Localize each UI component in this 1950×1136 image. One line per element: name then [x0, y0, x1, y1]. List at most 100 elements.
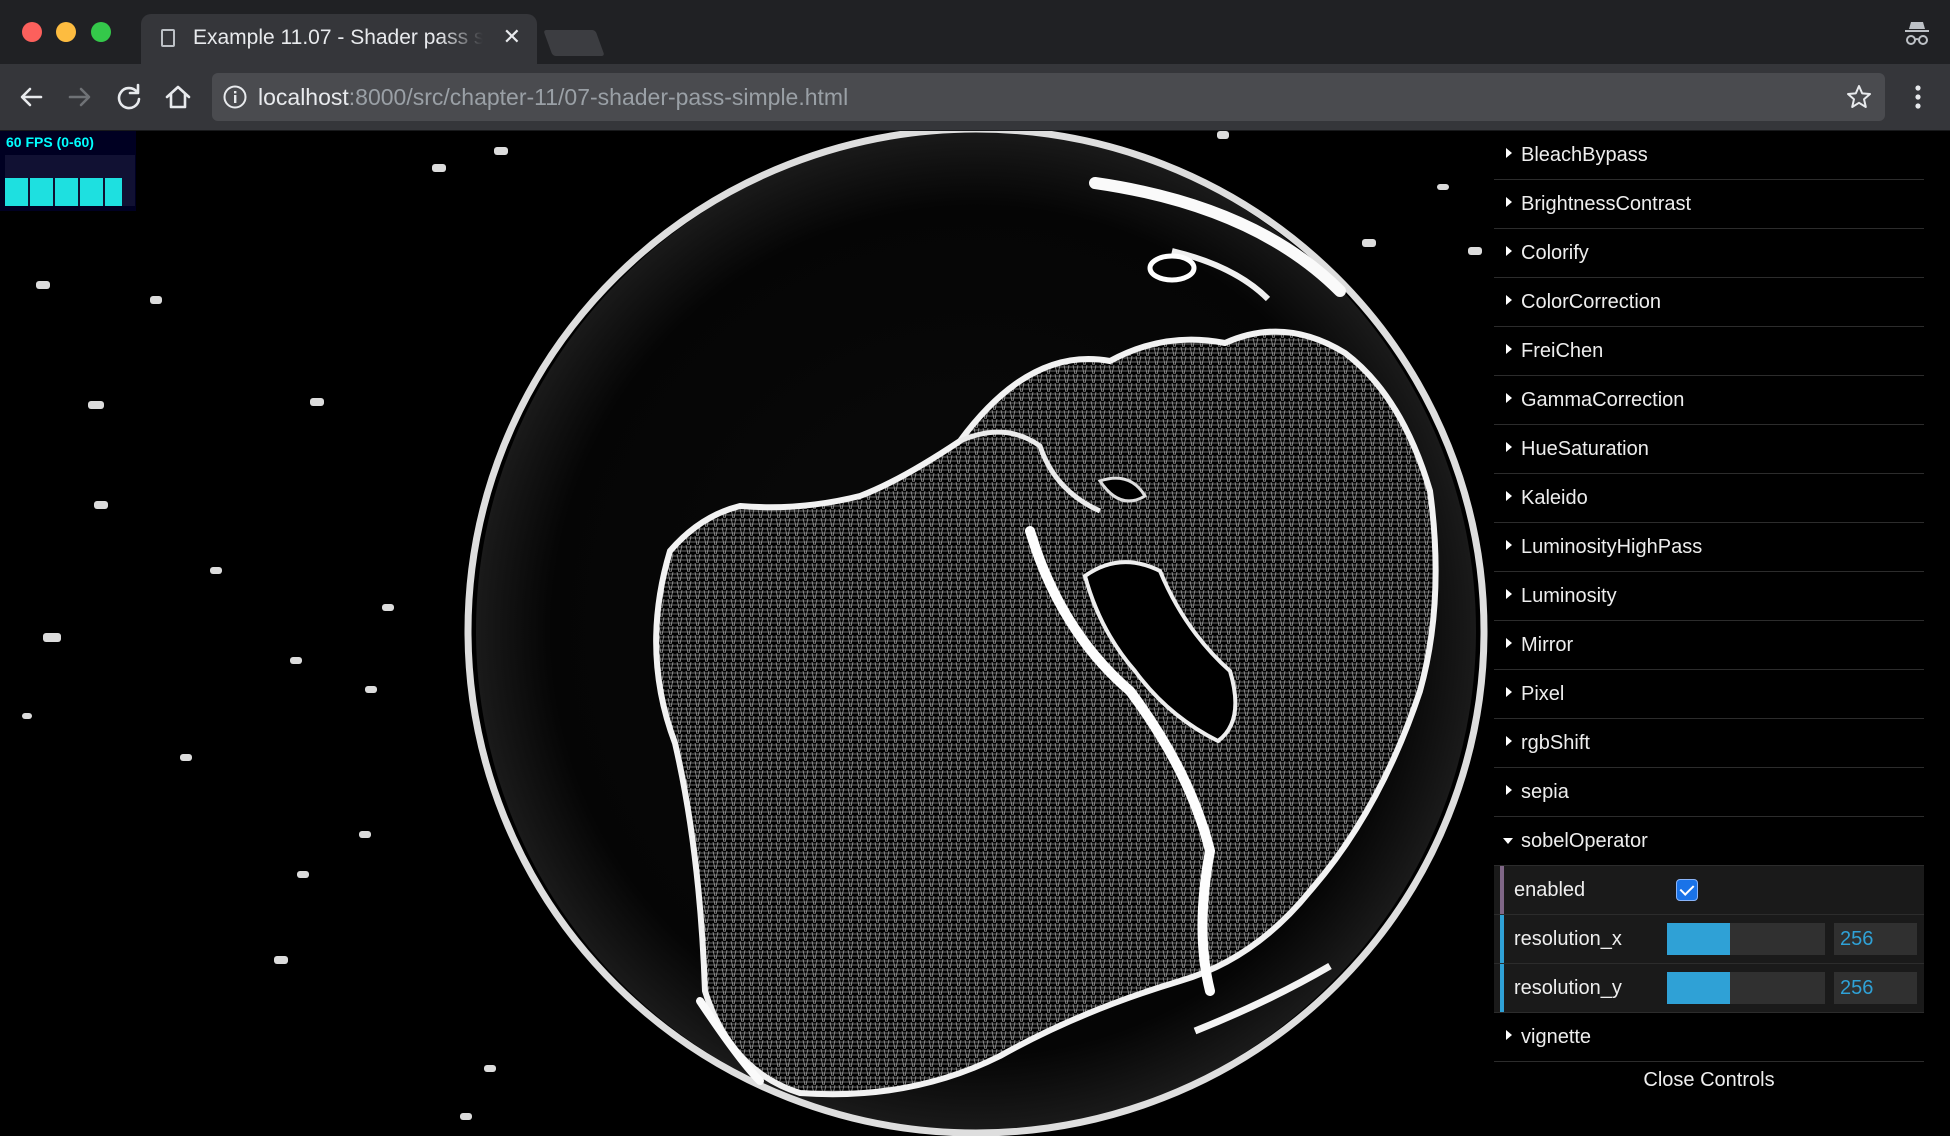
folder-label: BleachBypass	[1521, 144, 1648, 166]
folder-brightness-contrast[interactable]: BrightnessContrast	[1494, 180, 1924, 229]
back-icon[interactable]	[14, 80, 48, 114]
chevron-right-icon	[1506, 442, 1512, 452]
folder-label: Colorify	[1521, 242, 1589, 264]
chevron-right-icon	[1506, 148, 1512, 158]
folder-colorify[interactable]: Colorify	[1494, 229, 1924, 278]
enabled-row: enabled	[1494, 866, 1924, 915]
address-bar[interactable]: localhost:8000/src/chapter-11/07-shader-…	[212, 73, 1885, 121]
browser-tab-active[interactable]: Example 11.07 - Shader pass simple ✕	[141, 14, 537, 64]
new-tab-button[interactable]	[543, 30, 605, 56]
chevron-right-icon	[1506, 540, 1512, 550]
close-window-button[interactable]	[22, 22, 42, 42]
incognito-icon	[1905, 22, 1929, 45]
chevron-right-icon	[1506, 295, 1512, 305]
folder-label: Pixel	[1521, 683, 1565, 705]
page-viewport: 60 FPS (0-60) BleachBypass BrightnessCont…	[0, 131, 1950, 1136]
close-icon[interactable]: ✕	[503, 24, 521, 50]
fps-label: 60 FPS (0-60)	[6, 134, 94, 150]
folder-label: LuminosityHighPass	[1521, 536, 1703, 558]
folder-label: sepia	[1521, 781, 1569, 803]
folder-label: Kaleido	[1521, 487, 1588, 509]
folder-mirror[interactable]: Mirror	[1494, 621, 1924, 670]
folder-luminosity-high-pass[interactable]: LuminosityHighPass	[1494, 523, 1924, 572]
folder-sobel-operator[interactable]: sobelOperator	[1494, 817, 1924, 866]
menu-icon[interactable]	[1906, 80, 1930, 114]
checkmark-icon	[1679, 881, 1695, 896]
folder-label: GammaCorrection	[1521, 389, 1685, 411]
folder-label: FreiChen	[1521, 340, 1604, 362]
url-text[interactable]: localhost:8000/src/chapter-11/07-shader-…	[258, 84, 848, 111]
folder-frei-chen[interactable]: FreiChen	[1494, 327, 1924, 376]
browser-toolbar: localhost:8000/src/chapter-11/07-shader-…	[0, 64, 1950, 131]
folder-label: Luminosity	[1521, 585, 1617, 607]
zoom-window-button[interactable]	[91, 22, 111, 42]
controls-panel: BleachBypass BrightnessContrast Colorify Co…	[1494, 131, 1924, 1098]
slider-fill	[1667, 923, 1731, 955]
minimize-window-button[interactable]	[56, 22, 76, 42]
chevron-right-icon	[1506, 246, 1512, 256]
resolution-y-input[interactable]: 256	[1834, 972, 1917, 1004]
document-icon	[161, 29, 175, 47]
star-icon[interactable]	[1845, 83, 1873, 111]
chevron-down-icon	[1503, 838, 1513, 844]
folder-label: Mirror	[1521, 634, 1574, 656]
folders-after: vignette	[1494, 1013, 1924, 1062]
fps-bar	[5, 178, 28, 206]
fps-stats-panel[interactable]: 60 FPS (0-60)	[0, 131, 136, 211]
browser-title-bar: Example 11.07 - Shader pass simple ✕	[0, 0, 1950, 64]
url-host: localhost	[258, 84, 349, 110]
chevron-right-icon	[1506, 1030, 1512, 1040]
enabled-checkbox[interactable]	[1676, 879, 1698, 901]
chevron-right-icon	[1506, 589, 1512, 599]
folder-color-correction[interactable]: ColorCorrection	[1494, 278, 1924, 327]
resolution-y-row: resolution_y 256	[1494, 964, 1924, 1013]
row-stripe	[1500, 915, 1504, 963]
resolution-x-input[interactable]: 256	[1834, 923, 1917, 955]
fps-bar	[30, 178, 53, 206]
url-path: :8000/src/chapter-11/07-shader-pass-simp…	[348, 84, 849, 110]
folder-hue-saturation[interactable]: HueSaturation	[1494, 425, 1924, 474]
chevron-right-icon	[1506, 785, 1512, 795]
folder-label: ColorCorrection	[1521, 291, 1662, 313]
chevron-right-icon	[1506, 736, 1512, 746]
chevron-right-icon	[1506, 638, 1512, 648]
folder-label: vignette	[1521, 1026, 1592, 1048]
resolution-y-label: resolution_y	[1514, 977, 1622, 999]
folder-label: rgbShift	[1521, 732, 1590, 754]
folder-vignette[interactable]: vignette	[1494, 1013, 1924, 1062]
reload-icon[interactable]	[112, 80, 146, 114]
resolution-y-slider[interactable]	[1667, 972, 1825, 1004]
chevron-right-icon	[1506, 344, 1512, 354]
earth-globe	[464, 131, 1488, 1136]
slider-fill	[1667, 972, 1731, 1004]
row-stripe	[1500, 964, 1504, 1012]
folder-bleach-bypass[interactable]: BleachBypass	[1494, 131, 1924, 180]
fps-graph	[5, 155, 135, 206]
fps-bar	[55, 178, 78, 206]
home-icon[interactable]	[161, 80, 195, 114]
chevron-right-icon	[1506, 687, 1512, 697]
fps-bar	[105, 178, 122, 206]
folder-label: HueSaturation	[1521, 438, 1649, 460]
folder-rgb-shift[interactable]: rgbShift	[1494, 719, 1924, 768]
folder-pixel[interactable]: Pixel	[1494, 670, 1924, 719]
folder-sepia[interactable]: sepia	[1494, 768, 1924, 817]
chevron-right-icon	[1506, 393, 1512, 403]
folder-gamma-correction[interactable]: GammaCorrection	[1494, 376, 1924, 425]
chevron-right-icon	[1506, 491, 1512, 501]
tab-title: Example 11.07 - Shader pass simple	[193, 26, 483, 49]
close-controls-button[interactable]: Close Controls	[1494, 1062, 1924, 1098]
enabled-label: enabled	[1514, 879, 1586, 901]
folder-luminosity[interactable]: Luminosity	[1494, 572, 1924, 621]
row-stripe	[1500, 866, 1504, 914]
folders-before: BleachBypass BrightnessContrast Colorify Co…	[1494, 131, 1924, 817]
resolution-x-label: resolution_x	[1514, 928, 1622, 950]
resolution-x-row: resolution_x 256	[1494, 915, 1924, 964]
forward-icon[interactable]	[63, 80, 97, 114]
chevron-right-icon	[1506, 197, 1512, 207]
resolution-x-slider[interactable]	[1667, 923, 1825, 955]
info-icon[interactable]	[222, 84, 248, 110]
folder-kaleido[interactable]: Kaleido	[1494, 474, 1924, 523]
fps-bar	[80, 178, 103, 206]
folder-label: BrightnessContrast	[1521, 193, 1692, 215]
